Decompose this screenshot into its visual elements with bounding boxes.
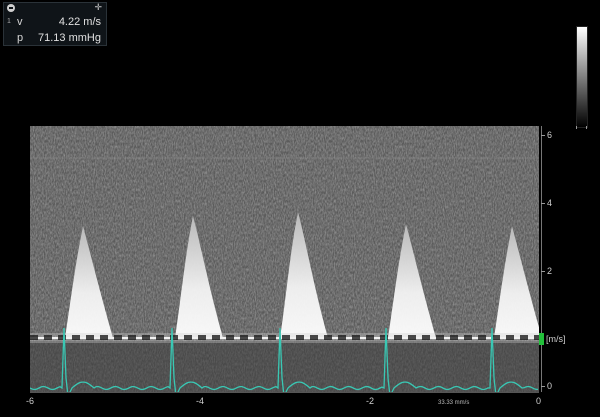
measurement-row-pressure: p 71.13 mmHg	[4, 31, 106, 46]
baseline-dash	[506, 335, 514, 340]
baseline-dash	[100, 335, 108, 340]
grayscale-map-bar	[576, 26, 588, 129]
baseline-dash	[44, 335, 52, 340]
velocity-unit-label: [m/s]	[546, 334, 566, 344]
baseline-dash	[352, 335, 360, 340]
baseline-dash	[30, 335, 38, 340]
baseline-dash	[254, 335, 262, 340]
baseline-dash	[408, 335, 416, 340]
measurement-index: 1	[7, 18, 11, 25]
measurement-row-velocity: 1 v 4.22 m/s	[4, 15, 106, 30]
measurement-panel-header: ✛	[4, 2, 106, 14]
move-icon[interactable]: ✛	[94, 2, 102, 13]
baseline-dash	[212, 335, 220, 340]
time-axis-line	[30, 392, 539, 393]
baseline-dash	[366, 335, 374, 340]
velocity-tick-label: 2	[547, 266, 553, 276]
measurement-panel[interactable]: ✛ 1 v 4.22 m/s p 71.13 mmHg	[3, 2, 107, 46]
velocity-tick-label: 4	[547, 198, 553, 208]
velocity-tick-label: 6	[547, 130, 553, 140]
baseline-dash	[198, 335, 206, 340]
baseline-dash	[226, 335, 234, 340]
baseline-dash	[114, 335, 122, 340]
baseline-dash	[324, 335, 332, 340]
spectrum-lower-band	[30, 341, 539, 392]
baseline-dash	[520, 335, 528, 340]
velocity-axis: 6 4 2 0	[539, 126, 579, 392]
baseline-dash	[310, 335, 318, 340]
measurement-value: 4.22 m/s	[58, 16, 101, 28]
sweep-speed-label: 33.33 mm/s	[438, 400, 470, 406]
time-tick-label: 0	[536, 396, 542, 406]
baseline-dash	[184, 335, 192, 340]
baseline-dash	[156, 335, 164, 340]
velocity-tick	[541, 135, 545, 136]
measurement-value: 71.13 mmHg	[38, 32, 101, 44]
baseline-dash	[282, 335, 290, 340]
velocity-tick-label: 0	[547, 381, 553, 391]
time-tick-label: -2	[366, 396, 375, 406]
baseline-dash	[268, 335, 276, 340]
baseline-dash	[394, 335, 402, 340]
baseline-dash	[436, 335, 444, 340]
velocity-tick	[541, 386, 545, 387]
velocity-axis-line	[541, 126, 542, 392]
grayscale-tick	[586, 126, 587, 129]
baseline-dash	[86, 335, 94, 340]
grayscale-gradient	[576, 26, 588, 128]
velocity-tick	[541, 271, 545, 272]
baseline-dash	[464, 335, 472, 340]
velocity-tick	[541, 203, 545, 204]
baseline-dash	[450, 335, 458, 340]
baseline-dash	[72, 335, 80, 340]
time-tick-label: -6	[26, 396, 35, 406]
baseline-dash	[338, 335, 346, 340]
baseline-dash	[478, 335, 486, 340]
baseline-dash	[142, 335, 150, 340]
baseline-dash	[422, 335, 430, 340]
baseline-dash	[240, 335, 248, 340]
baseline-dash	[492, 335, 500, 340]
baseline-dash	[128, 335, 136, 340]
time-axis: -6 -4 -2 0	[0, 392, 600, 417]
time-tick-label: -4	[196, 396, 205, 406]
measurement-label: p	[17, 32, 24, 44]
collapse-icon[interactable]	[7, 4, 15, 12]
measurement-label: v	[17, 16, 23, 28]
baseline-marker[interactable]	[539, 333, 544, 345]
baseline-dash	[296, 335, 304, 340]
doppler-spectrum[interactable]	[30, 126, 539, 392]
doppler-spectrum-svg	[30, 126, 539, 392]
